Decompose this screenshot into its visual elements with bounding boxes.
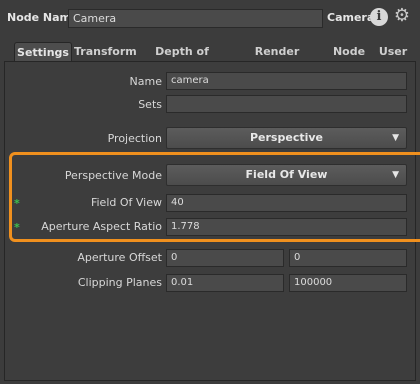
perspective-mode-dropdown[interactable]: Field Of View ▼	[166, 164, 407, 186]
name-label: Name	[129, 75, 162, 88]
sets-label: Sets	[138, 98, 162, 111]
tab-depth-of-field[interactable]: Depth of Field	[142, 42, 222, 78]
gear-icon[interactable]: ⚙	[392, 6, 412, 26]
field-of-view-input[interactable]: 40	[166, 194, 407, 212]
tab-transform[interactable]: Transform	[74, 42, 137, 62]
info-icon[interactable]: i	[370, 8, 388, 26]
clipping-far-input[interactable]: 100000	[289, 274, 407, 292]
aperture-aspect-ratio-label: Aperture Aspect Ratio	[41, 220, 162, 233]
tab-user[interactable]: User	[372, 42, 414, 62]
node-type-label: Camera	[327, 11, 375, 24]
aperture-offset-x-input[interactable]: 0	[166, 249, 284, 267]
chevron-down-icon: ▼	[392, 170, 399, 180]
clipping-near-input[interactable]: 0.01	[166, 274, 284, 292]
aperture-offset-y-input[interactable]: 0	[289, 249, 407, 267]
perspective-mode-label: Perspective Mode	[64, 169, 162, 182]
tab-node[interactable]: Node	[332, 42, 366, 62]
chevron-down-icon: ▼	[392, 133, 399, 143]
modified-marker: *	[14, 221, 20, 234]
name-input[interactable]: camera	[166, 72, 407, 90]
aperture-aspect-ratio-input[interactable]: 1.778	[166, 218, 407, 236]
clipping-planes-label: Clipping Planes	[77, 276, 162, 289]
projection-value: Perspective	[249, 131, 323, 144]
node-name-input[interactable]: Camera	[68, 9, 323, 28]
tab-settings[interactable]: Settings	[14, 42, 72, 63]
modified-marker: *	[14, 197, 20, 210]
field-of-view-label: Field Of View	[90, 196, 162, 209]
sets-input[interactable]	[166, 95, 407, 113]
projection-dropdown[interactable]: Perspective ▼	[166, 127, 407, 149]
aperture-offset-label: Aperture Offset	[77, 251, 162, 264]
projection-label: Projection	[107, 132, 162, 145]
perspective-mode-value: Field Of View	[245, 168, 328, 181]
tab-render-overrides[interactable]: Render Overrides	[228, 42, 326, 78]
